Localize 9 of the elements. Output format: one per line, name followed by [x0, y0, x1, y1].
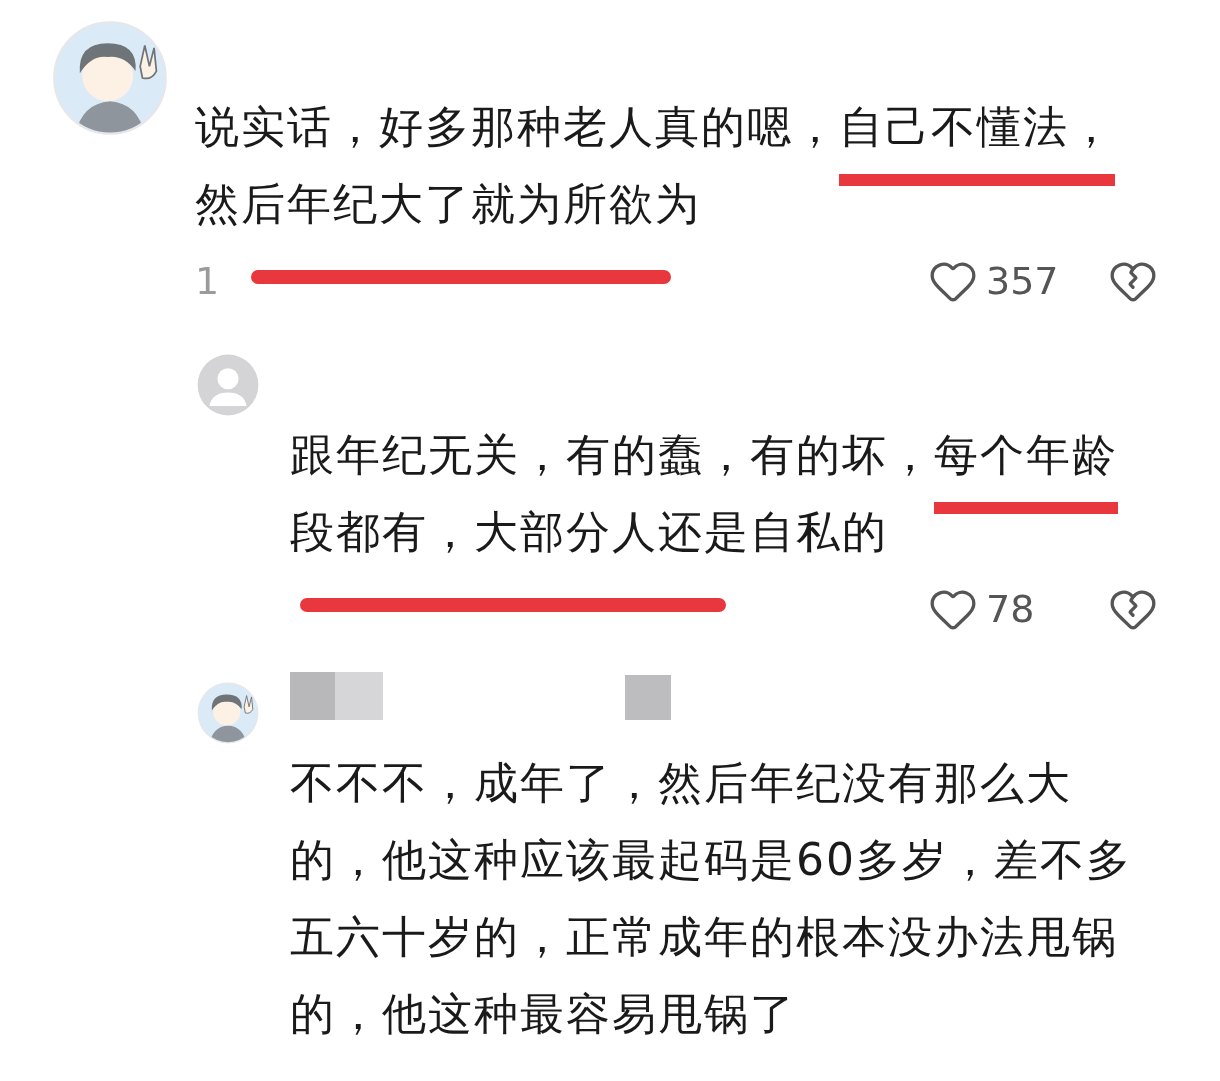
comment-text: 说实话，好多那种老人真的嗯，自己不懂法， 然后年纪大了就为所欲为	[195, 100, 1115, 231]
redaction-block	[625, 675, 671, 720]
like-button[interactable]: 357	[928, 252, 1056, 310]
comment-text: 跟年纪无关，有的蠢，有的坏，每个年龄 段都有，大部分人还是自私的	[290, 428, 1118, 559]
redaction-block	[290, 672, 335, 720]
timestamp: 1	[195, 257, 220, 305]
redaction-block	[335, 672, 383, 720]
like-button[interactable]: 78	[928, 580, 1056, 638]
comment-text: 不不不，成年了，然后年纪没有那么大 的，他这种应该最起码是60多岁，差不多 五六十岁的，正常成年的根本没办法甩锅 的，他这种最容易甩锅了	[290, 756, 1132, 1041]
